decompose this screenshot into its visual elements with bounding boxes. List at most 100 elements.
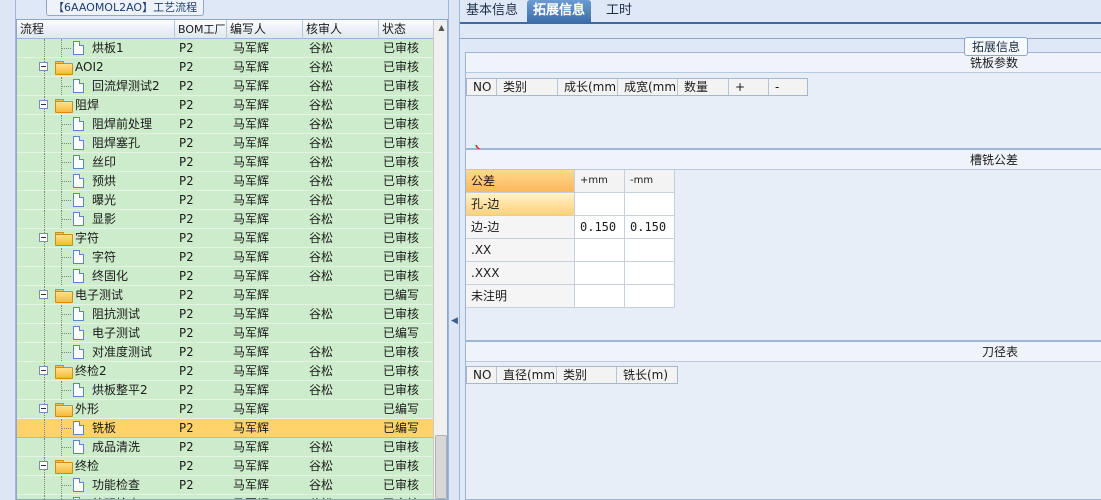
column-header-status[interactable]: 状态 — [379, 20, 433, 39]
column-header-reviewer[interactable]: 核审人 — [303, 20, 379, 39]
tree-row[interactable]: 显影 P2 马军辉 谷松 已审核 — [17, 210, 433, 229]
slot-tolerance-group: 槽铣公差 公差 +mm -mm 孔-边 边-边 0.150 0.150 .XX .XXX 未… — [465, 149, 1101, 341]
panel-splitter[interactable]: ◀ — [448, 0, 460, 500]
tolerance-minus-value[interactable] — [625, 239, 675, 262]
tree-row[interactable]: 成品清洗 P2 马军辉 谷松 已审核 — [17, 438, 433, 457]
tree-row[interactable]: 回流焊测试2 P2 马军辉 谷松 已审核 — [17, 77, 433, 96]
column-header-process[interactable]: 流程 — [17, 20, 175, 39]
tree-row[interactable]: 终检2 P2 马军辉 谷松 已审核 — [17, 362, 433, 381]
tolerance-label[interactable]: 孔-边 — [466, 193, 575, 216]
tree-guide-line — [44, 419, 45, 437]
author-cell: 马军辉 — [233, 269, 270, 283]
tolerance-row[interactable]: .XX — [466, 239, 676, 262]
tol-header-tolerance[interactable]: 公差 — [466, 170, 575, 193]
tol-header-minus[interactable]: -mm — [625, 170, 675, 193]
collapse-left-arrow-icon[interactable]: ◀ — [451, 316, 458, 326]
collapse-toggle-icon[interactable] — [39, 290, 48, 299]
tree-row[interactable]: 电子测试 P2 马军辉 已编写 — [17, 324, 433, 343]
col-tool-category[interactable]: 类别 — [557, 367, 617, 383]
tolerance-minus-value[interactable] — [625, 193, 675, 216]
tree-row[interactable]: 预烘 P2 马军辉 谷松 已审核 — [17, 172, 433, 191]
document-icon — [73, 79, 84, 93]
author-cell: 马军辉 — [233, 79, 270, 93]
reviewer-cell: 谷松 — [309, 41, 334, 55]
process-name: 外形 — [75, 402, 100, 416]
tree-row[interactable]: 阻焊塞孔 P2 马军辉 谷松 已审核 — [17, 134, 433, 153]
tab-extended-info[interactable]: 拓展信息 — [527, 0, 592, 22]
column-header-bom-factory[interactable]: BOM工厂 — [175, 20, 227, 39]
tree-row[interactable]: 外观检查 P2 马军辉 谷松已审核 — [17, 495, 433, 499]
tree-row[interactable]: 功能检查 P2 马军辉 谷松 已审核 — [17, 476, 433, 495]
tree-row[interactable]: 烘板1 P2 马军辉 谷松 已审核 — [17, 39, 433, 58]
tol-header-plus[interactable]: +mm — [575, 170, 625, 193]
col-width[interactable]: 成宽(mm) — [618, 79, 678, 95]
col-length[interactable]: 成长(mm) — [558, 79, 618, 95]
tab-basic-info[interactable]: 基本信息 — [460, 0, 524, 22]
process-name: 预烘 — [92, 174, 117, 188]
tolerance-plus-value[interactable] — [575, 193, 625, 216]
reviewer-cell: 谷松 — [309, 79, 334, 93]
col-category[interactable]: 类别 — [497, 79, 558, 95]
tree-row[interactable]: 电子测试 P2 马军辉 已编写 — [17, 286, 433, 305]
tree-row[interactable]: AOI2 P2 马军辉 谷松 已审核 — [17, 58, 433, 77]
tree-row[interactable]: 烘板整平2 P2 马军辉 谷松 已审核 — [17, 381, 433, 400]
tolerance-row[interactable]: 边-边 0.150 0.150 — [466, 216, 676, 239]
col-tool-diameter[interactable]: 直径(mm) — [497, 367, 557, 383]
bom-factory-cell: P2 — [179, 193, 194, 207]
tree-row[interactable]: 铣板 P2 马军辉 已编写 — [17, 419, 433, 438]
tolerance-row[interactable]: 未注明 — [466, 285, 676, 308]
column-header-author[interactable]: 编写人 — [227, 20, 303, 39]
tree-row[interactable]: 阻焊前处理 P2 马军辉 谷松 已审核 — [17, 115, 433, 134]
tolerance-plus-value[interactable] — [575, 262, 625, 285]
tolerance-label[interactable]: 边-边 — [466, 216, 575, 239]
author-cell: 马军辉 — [233, 117, 270, 131]
process-name: 阻抗测试 — [92, 307, 141, 321]
tree-row[interactable]: 丝印 P2 马军辉 谷松 已审核 — [17, 153, 433, 172]
document-icon — [73, 421, 84, 435]
col-no[interactable]: NO — [467, 79, 497, 95]
tolerance-label[interactable]: 未注明 — [466, 285, 575, 308]
tolerance-minus-value[interactable] — [625, 285, 675, 308]
col-plus[interactable]: + — [729, 79, 769, 95]
tree-row[interactable]: 阻抗测试 P2 马军辉 谷松 已审核 — [17, 305, 433, 324]
tree-row[interactable]: 字符 P2 马军辉 谷松 已审核 — [17, 229, 433, 248]
tolerance-label[interactable]: .XX — [466, 239, 575, 262]
reviewer-cell: 谷松 — [309, 155, 334, 169]
tolerance-minus-value[interactable] — [625, 262, 675, 285]
tolerance-label[interactable]: .XXX — [466, 262, 575, 285]
scroll-up-arrow-icon[interactable]: ▲ — [434, 20, 447, 36]
collapse-toggle-icon[interactable] — [39, 100, 48, 109]
tolerance-plus-value[interactable]: 0.150 — [575, 216, 625, 239]
reviewer-cell: 谷松 — [309, 383, 334, 397]
col-quantity[interactable]: 数量 — [678, 79, 729, 95]
tolerance-minus-value[interactable]: 0.150 — [625, 216, 675, 239]
collapse-toggle-icon[interactable] — [39, 366, 48, 375]
tree-row[interactable]: 终固化 P2 马军辉 谷松 已审核 — [17, 267, 433, 286]
col-tool-no[interactable]: NO — [467, 367, 497, 383]
vertical-scrollbar[interactable]: ▲ — [433, 20, 447, 499]
tree-row[interactable]: 曝光 P2 马军辉 谷松 已审核 — [17, 191, 433, 210]
collapse-toggle-icon[interactable] — [39, 461, 48, 470]
tree-row[interactable]: 字符 P2 马军辉 谷松 已审核 — [17, 248, 433, 267]
tab-work-hours[interactable]: 工时 — [600, 0, 638, 22]
collapse-toggle-icon[interactable] — [39, 233, 48, 242]
tolerance-plus-value[interactable] — [575, 239, 625, 262]
tree-row[interactable]: 阻焊 P2 马军辉 谷松 已审核 — [17, 96, 433, 115]
reviewer-cell: 谷松 — [309, 117, 334, 131]
collapse-toggle-icon[interactable] — [39, 62, 48, 71]
tolerance-row[interactable]: 孔-边 — [466, 193, 676, 216]
tree-row[interactable]: 终检 P2 马军辉 谷松 已审核 — [17, 457, 433, 476]
author-cell: 马军辉 — [233, 478, 270, 492]
tree-branch-line — [61, 143, 71, 144]
tolerance-row[interactable]: .XXX — [466, 262, 676, 285]
col-tool-mill-length[interactable]: 铣长(m) — [617, 367, 677, 383]
tree-row[interactable]: 外形 P2 马军辉 已编写 — [17, 400, 433, 419]
tolerance-plus-value[interactable] — [575, 285, 625, 308]
scroll-thumb[interactable] — [435, 435, 447, 499]
tree-row[interactable]: 对准度测试 P2 马军辉 谷松 已审核 — [17, 343, 433, 362]
tree-branch-line — [61, 219, 71, 220]
collapse-toggle-icon[interactable] — [39, 404, 48, 413]
status-cell: 已审核 — [383, 79, 420, 93]
status-cell: 已审核 — [383, 155, 420, 169]
col-minus[interactable]: - — [769, 79, 807, 95]
